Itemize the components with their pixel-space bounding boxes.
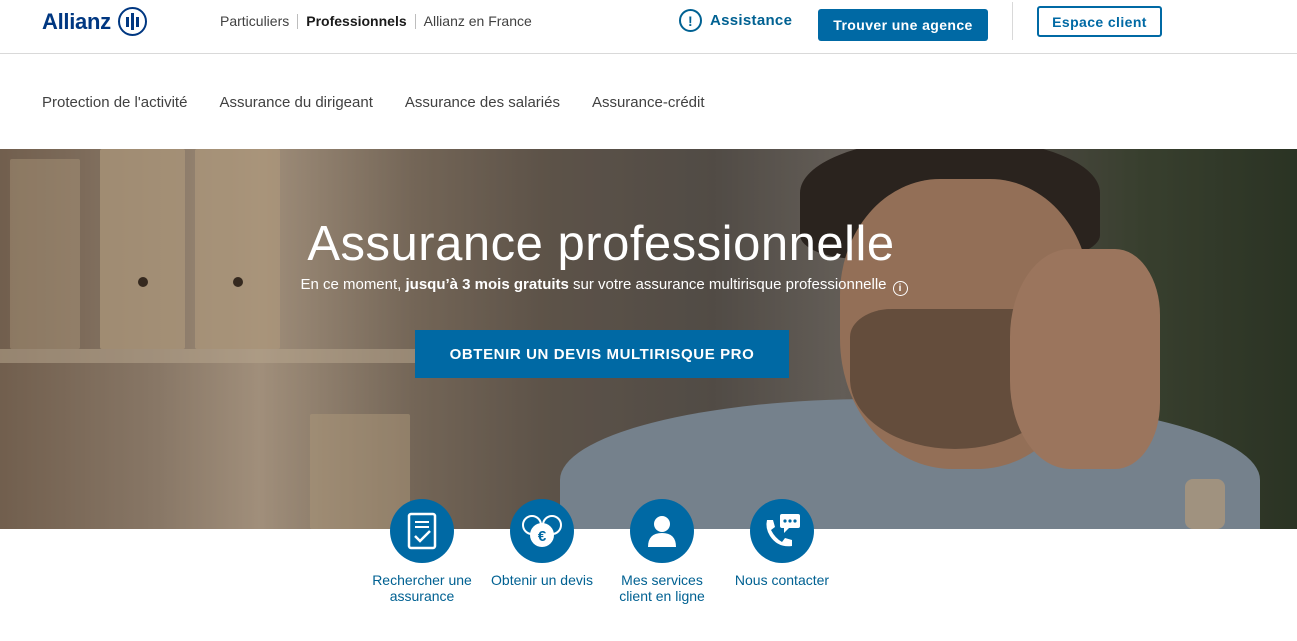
service-label: Nous contacter: [734, 572, 830, 588]
top-bar: Allianz Particuliers Professionnels Alli…: [0, 0, 1297, 54]
service-label: assurance: [389, 588, 455, 604]
allianz-logo[interactable]: Allianz: [42, 7, 147, 36]
segment-nav: Particuliers Professionnels Allianz en F…: [220, 13, 540, 29]
hero-subtitle: En ce moment, jusqu’à 3 mois gratuits su…: [0, 276, 1208, 296]
service-label: Mes services: [621, 572, 703, 588]
subtitle-suffix: sur votre assurance multirisque professi…: [568, 276, 887, 293]
subnav-assurance-dirigeant[interactable]: Assurance du dirigeant: [219, 94, 372, 111]
service-label: Rechercher une: [372, 572, 472, 588]
document-check-icon: [390, 499, 454, 563]
service-label: client en ligne: [619, 588, 705, 604]
service-contact[interactable]: Nous contacter: [722, 499, 842, 588]
service-get-quote[interactable]: € Obtenir un devis: [482, 499, 602, 588]
subtitle-highlight: jusqu’à 3 mois gratuits: [405, 276, 569, 293]
find-agency-button[interactable]: Trouver une agence: [818, 9, 988, 41]
service-search-insurance[interactable]: Rechercher une assurance: [362, 499, 482, 604]
hero-title: Assurance professionnelle: [307, 217, 895, 271]
assistance-label: Assistance: [710, 12, 793, 29]
subnav-assurance-credit[interactable]: Assurance-crédit: [592, 94, 705, 111]
hero-banner: Assurance professionnelle En ce moment, …: [0, 149, 1297, 529]
assistance-link[interactable]: ! Assistance: [679, 9, 792, 32]
subnav-protection-activite[interactable]: Protection de l'activité: [42, 94, 187, 111]
nav-professionnels[interactable]: Professionnels: [298, 13, 414, 29]
header-divider: [1012, 2, 1013, 40]
services-shortcuts: Rechercher une assurance € Obtenir un dev…: [0, 499, 1297, 641]
service-online-client[interactable]: Mes services client en ligne: [602, 499, 722, 604]
sub-navigation: Protection de l'activité Assurance du di…: [42, 94, 705, 111]
nav-allianz-en-france[interactable]: Allianz en France: [416, 13, 540, 29]
quote-cta-button[interactable]: OBTENIR UN DEVIS MULTIRISQUE PRO: [415, 330, 789, 378]
nav-particuliers[interactable]: Particuliers: [220, 13, 297, 29]
brand-name: Allianz: [42, 8, 111, 34]
exclamation-icon: !: [679, 9, 702, 32]
client-space-button[interactable]: Espace client: [1037, 6, 1162, 37]
info-icon[interactable]: i: [892, 281, 908, 296]
euro-coins-icon: €: [510, 499, 574, 563]
allianz-eagle-icon: [117, 7, 147, 36]
svg-text:€: €: [538, 528, 547, 545]
service-label: Obtenir un devis: [491, 572, 593, 588]
user-icon: [630, 499, 694, 563]
subnav-assurance-salaries[interactable]: Assurance des salariés: [405, 94, 560, 111]
phone-chat-icon: [750, 499, 814, 563]
subtitle-prefix: En ce moment,: [300, 276, 406, 293]
